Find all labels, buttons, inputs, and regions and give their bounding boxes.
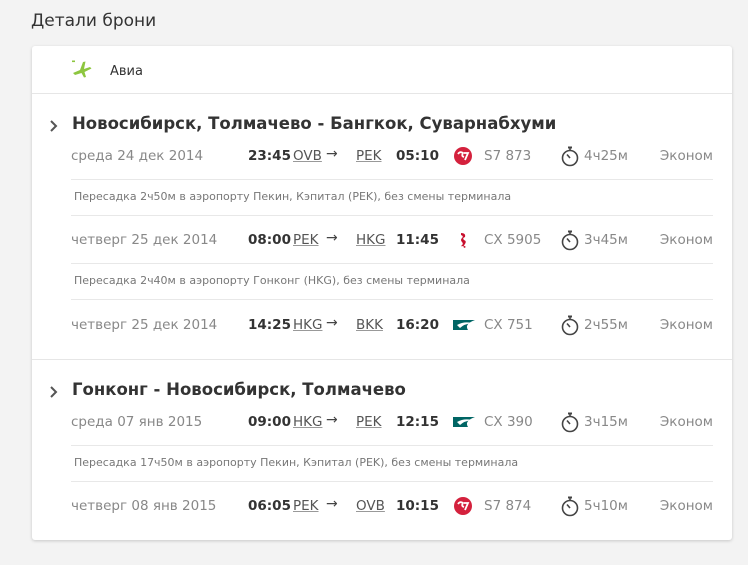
route-return: Гонконг - Новосибирск, Толмачево среда 0…: [32, 359, 732, 540]
departure-airport-code[interactable]: PEK: [293, 232, 319, 248]
chevron-right-icon[interactable]: [49, 120, 59, 132]
arrow-right-icon: →: [326, 412, 338, 428]
segment-row: среда 07 янв 2015 09:00 HKG → PEK 12:15 …: [71, 411, 713, 435]
flight-number: S7 874: [484, 498, 532, 514]
flight-duration: 4ч25м: [584, 148, 628, 164]
transfer-info: Пересадка 2ч40м в аэропорту Гонконг (HKG…: [71, 263, 713, 300]
flight-number: CX 5905: [484, 232, 542, 248]
flight-duration: 3ч15м: [584, 414, 628, 430]
arrow-right-icon: →: [326, 146, 338, 162]
route-outbound: Новосибирск, Толмачево - Бангкок, Суварн…: [32, 94, 732, 359]
cabin-class: Эконом: [659, 317, 713, 333]
stopwatch-icon: [561, 496, 579, 517]
departure-time: 14:25: [248, 317, 291, 333]
departure-airport-code[interactable]: PEK: [293, 498, 319, 514]
cathay-airline-logo-icon: [453, 320, 475, 330]
route-title: Новосибирск, Толмачево - Бангкок, Суварн…: [72, 114, 557, 133]
booking-details-card: Авиа Новосибирск, Толмачево - Бангкок, С…: [32, 46, 732, 540]
arrival-time: 11:45: [396, 232, 439, 248]
flight-number: CX 751: [484, 317, 533, 333]
transfer-info: Пересадка 2ч50м в аэропорту Пекин, Кэпит…: [71, 179, 713, 216]
arrival-time: 12:15: [396, 414, 439, 430]
stopwatch-icon: [561, 315, 579, 336]
departure-airport-code[interactable]: OVB: [293, 148, 322, 164]
segment-date: среда 07 янв 2015: [71, 414, 203, 430]
dragonair-airline-logo-icon: [461, 233, 466, 248]
departure-airport-code[interactable]: HKG: [293, 414, 322, 430]
stopwatch-icon: [561, 230, 579, 251]
departure-time: 06:05: [248, 498, 291, 514]
arrow-right-icon: →: [326, 230, 338, 246]
plane-icon: [72, 60, 92, 78]
arrival-time: 05:10: [396, 148, 439, 164]
departure-airport-code[interactable]: HKG: [293, 317, 322, 333]
cabin-class: Эконом: [659, 414, 713, 430]
transfer-info: Пересадка 17ч50м в аэропорту Пекин, Кэпи…: [71, 445, 713, 482]
stopwatch-icon: [561, 412, 579, 433]
s7-airline-logo-icon: [454, 497, 472, 515]
flight-number: S7 873: [484, 148, 532, 164]
segment-row: четверг 25 дек 2014 08:00 PEK → HKG 11:4…: [71, 229, 713, 253]
stopwatch-icon: [561, 146, 579, 167]
segment-row: среда 24 дек 2014 23:45 OVB → PEK 05:10 …: [71, 145, 713, 169]
transfer-text: Пересадка 2ч40м в аэропорту Гонконг (HKG…: [74, 274, 470, 287]
departure-time: 08:00: [248, 232, 291, 248]
transfer-text: Пересадка 17ч50м в аэропорту Пекин, Кэпи…: [74, 456, 519, 469]
arrival-airport-code[interactable]: PEK: [356, 148, 382, 164]
route-title: Гонконг - Новосибирск, Толмачево: [72, 380, 406, 399]
segment-date: четверг 25 дек 2014: [71, 232, 218, 248]
card-header: Авиа: [32, 46, 732, 94]
segment-row: четверг 08 янв 2015 06:05 PEK → OVB 10:1…: [71, 495, 713, 519]
transfer-text: Пересадка 2ч50м в аэропорту Пекин, Кэпит…: [74, 190, 512, 203]
header-label: Авиа: [110, 64, 143, 79]
cabin-class: Эконом: [659, 498, 713, 514]
arrival-airport-code[interactable]: HKG: [356, 232, 385, 248]
segment-date: четверг 25 дек 2014: [71, 317, 218, 333]
arrival-time: 10:15: [396, 498, 439, 514]
arrow-right-icon: →: [326, 315, 338, 331]
flight-duration: 2ч55м: [584, 317, 628, 333]
arrival-airport-code[interactable]: BKK: [356, 317, 383, 333]
arrival-time: 16:20: [396, 317, 439, 333]
arrow-right-icon: →: [326, 496, 338, 512]
arrival-airport-code[interactable]: PEK: [356, 414, 382, 430]
chevron-right-icon[interactable]: [49, 386, 59, 398]
cabin-class: Эконом: [659, 232, 713, 248]
segment-date: четверг 08 янв 2015: [71, 498, 217, 514]
flight-duration: 3ч45м: [584, 232, 628, 248]
arrival-airport-code[interactable]: OVB: [356, 498, 385, 514]
cathay-airline-logo-icon: [453, 417, 475, 427]
departure-time: 09:00: [248, 414, 291, 430]
cabin-class: Эконом: [659, 148, 713, 164]
flight-number: CX 390: [484, 414, 533, 430]
segment-row: четверг 25 дек 2014 14:25 HKG → BKK 16:2…: [71, 314, 713, 338]
segment-date: среда 24 дек 2014: [71, 148, 204, 164]
departure-time: 23:45: [248, 148, 291, 164]
page-title: Детали брони: [31, 11, 157, 31]
flight-duration: 5ч10м: [584, 498, 628, 514]
s7-airline-logo-icon: [454, 147, 472, 165]
